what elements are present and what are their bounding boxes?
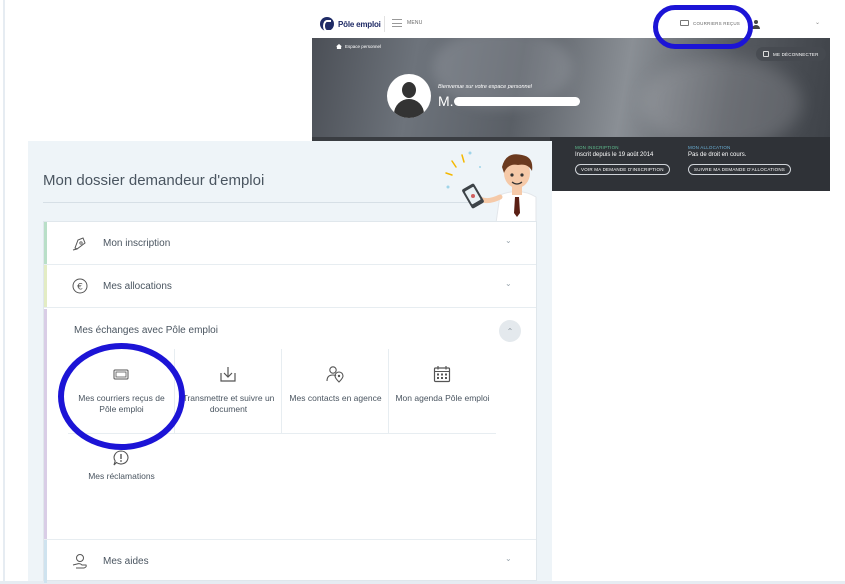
svg-text:€: € xyxy=(77,283,83,293)
accordion-item-allocations[interactable]: € Mes allocations ⌄ xyxy=(44,265,536,308)
tile-transmettre-document[interactable]: Transmettre et suivre un document xyxy=(175,349,282,433)
chevron-down-icon[interactable]: ⌄ xyxy=(815,19,820,26)
inscription-status: MON INSCRIPTION Inscrit depuis le 19 aoû… xyxy=(575,145,670,176)
avatar xyxy=(387,74,431,118)
section-stripe xyxy=(44,265,47,307)
highlight-circle-courriers-recus xyxy=(653,5,753,49)
avatar-head xyxy=(402,82,416,98)
logout-label: ME DÉCONNECTER xyxy=(773,51,819,57)
calendar-icon xyxy=(433,366,451,383)
pole-emploi-logo-icon xyxy=(320,17,334,32)
logout-button[interactable]: ME DÉCONNECTER xyxy=(756,47,826,61)
breadcrumb-label: Espace personnel xyxy=(345,44,382,49)
accordion-item-inscription[interactable]: Mon inscription ⌄ xyxy=(44,222,536,265)
accordion-item-aides[interactable]: Mes aides ⌄ xyxy=(44,540,536,583)
inscription-value: Inscrit depuis le 19 août 2014 xyxy=(575,152,654,158)
accordion-label: Mes allocations xyxy=(103,281,172,292)
allocation-value: Pas de droit en cours. xyxy=(688,152,747,158)
redacted-user-name xyxy=(454,97,580,106)
hamburger-icon xyxy=(392,19,402,27)
page-title: Mon dossier demandeur d'emploi xyxy=(43,172,265,189)
hero-banner: Espace personnel ME DÉCONNECTER Bienvenu… xyxy=(312,38,830,137)
section-stripe xyxy=(44,222,47,264)
voir-inscription-button[interactable]: VOIR MA DEMANDE D'INSCRIPTION xyxy=(575,164,670,175)
left-border xyxy=(3,0,5,584)
user-account-icon[interactable] xyxy=(752,20,760,29)
pen-nib-icon xyxy=(72,237,86,251)
menu-label: MENU xyxy=(407,20,423,26)
hero-background-blur xyxy=(642,58,802,137)
user-name-prefix: M. xyxy=(438,93,454,109)
section-stripe xyxy=(44,309,47,539)
mascot-illustration xyxy=(445,151,537,223)
chevron-up-icon[interactable]: ⌃ xyxy=(499,320,521,342)
tile-agenda[interactable]: Mon agenda Pôle emploi xyxy=(389,349,496,433)
section-stripe xyxy=(44,540,47,583)
tile-label: Mon agenda Pôle emploi xyxy=(395,393,490,403)
tile-label: Mes contacts en agence xyxy=(289,393,382,403)
welcome-message: Bienvenue sur votre espace personnel xyxy=(438,84,532,90)
avatar-body xyxy=(394,99,424,118)
breadcrumb[interactable]: Espace personnel xyxy=(336,44,381,49)
tile-label: Transmettre et suivre un document xyxy=(182,393,275,414)
suivre-allocations-button[interactable]: SUIVRE MA DEMANDE D'ALLOCATIONS xyxy=(688,164,791,175)
chevron-down-icon[interactable]: ⌄ xyxy=(505,236,512,245)
title-divider xyxy=(43,202,473,203)
inscription-tag: MON INSCRIPTION xyxy=(575,145,619,150)
pole-emploi-logo[interactable]: Pôle emploi xyxy=(320,17,381,32)
logo-text: Pôle emploi xyxy=(338,19,381,29)
allocation-status: MON ALLOCATION Pas de droit en cours. SU… xyxy=(688,145,791,176)
accordion-label: Mes aides xyxy=(103,556,149,567)
euro-icon: € xyxy=(72,278,88,294)
accordion-label[interactable]: Mes échanges avec Pôle emploi xyxy=(74,325,218,336)
page: Pôle emploi MENU COURRIERS REÇUS ⌄ Espac… xyxy=(0,0,845,584)
home-icon xyxy=(336,44,342,49)
logout-icon xyxy=(763,51,769,57)
accordion-label: Mon inscription xyxy=(103,238,171,249)
chevron-down-icon[interactable]: ⌄ xyxy=(505,279,512,288)
allocation-tag: MON ALLOCATION xyxy=(688,145,731,150)
helping-hand-icon xyxy=(72,554,87,569)
speech-bubble-alert-icon xyxy=(113,450,129,466)
chevron-down-icon[interactable]: ⌄ xyxy=(505,554,512,563)
menu-button[interactable]: MENU xyxy=(392,19,423,27)
topbar-divider xyxy=(384,16,385,32)
tile-contacts-agence[interactable]: Mes contacts en agence xyxy=(282,349,389,433)
download-tray-icon xyxy=(220,367,236,382)
tile-label: Mes réclamations xyxy=(88,471,155,481)
highlight-circle-courriers-tile xyxy=(58,343,185,450)
contact-location-icon xyxy=(326,366,344,383)
